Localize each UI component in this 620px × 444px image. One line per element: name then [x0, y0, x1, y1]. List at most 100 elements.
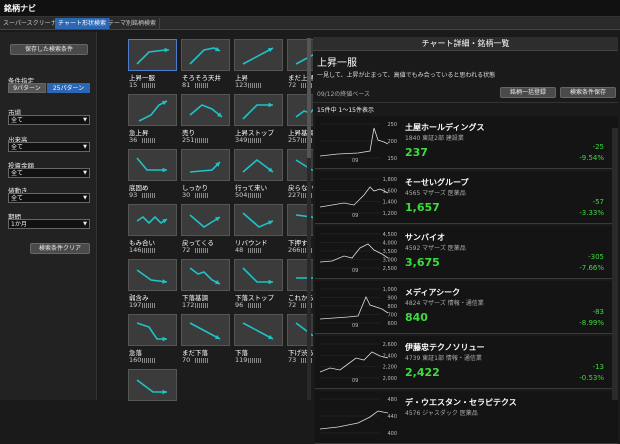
- pattern-thumbnail[interactable]: [234, 149, 283, 181]
- x-tick-label: 09: [352, 213, 358, 218]
- stock-row[interactable]: 4,500 4,000 3,500 3,000 2,500 09 サンバイオ 4592 …: [315, 226, 618, 279]
- pattern-thumbnail[interactable]: [234, 204, 283, 236]
- pattern-cell[interactable]: リバウンド 48: [234, 204, 283, 257]
- pattern-thumbnail[interactable]: [128, 314, 177, 346]
- pattern-thumbnail[interactable]: [234, 259, 283, 291]
- clear-conditions-button[interactable]: 検索条件クリア: [30, 243, 90, 254]
- pattern-thumbnail[interactable]: [128, 94, 177, 126]
- pattern-cell[interactable]: 急上昇 36: [128, 94, 177, 147]
- pattern-thumbnail[interactable]: [181, 314, 230, 346]
- pattern-cell[interactable]: 上昇 123: [234, 39, 283, 92]
- pattern-cell[interactable]: 売り 251: [181, 94, 230, 147]
- save-condition-button[interactable]: 検索条件保存: [560, 87, 616, 98]
- grid-scrollbar[interactable]: [307, 38, 311, 400]
- y-tick-label: 1,800: [383, 177, 397, 183]
- pattern-thumbnail[interactable]: [234, 94, 283, 126]
- stock-row[interactable]: 1,800 1,600 1,400 1,200 09 そーせいグループ 4565 マザ…: [315, 171, 618, 224]
- pattern-thumbnail[interactable]: [128, 259, 177, 291]
- pattern-thumbnail[interactable]: [181, 94, 230, 126]
- mini-chart-svg: 4,500 4,000 3,500 3,000 2,500 09: [319, 232, 397, 274]
- pattern-cell[interactable]: しっかり 30: [181, 149, 230, 202]
- saved-conditions-button[interactable]: 保存した検索条件: [10, 44, 88, 55]
- detail-panel: チャート詳細・銘柄一覧 上昇一服 一見して、上昇が止まって、高値でもみ合っている…: [313, 32, 620, 444]
- y-tick-label: 700: [387, 313, 397, 319]
- period-select[interactable]: 1か月 ▼: [8, 219, 90, 229]
- stock-name[interactable]: 土屋ホールディングス: [405, 122, 484, 133]
- pattern-25-toggle[interactable]: 25パターン: [47, 83, 90, 93]
- pattern-cell[interactable]: [128, 369, 177, 422]
- y-tick-label: 2,400: [383, 353, 397, 359]
- pattern-count: 266: [288, 246, 301, 254]
- pattern-cell[interactable]: 底固め 93: [128, 149, 177, 202]
- stock-row[interactable]: 2,600 2,400 2,200 2,000 09 伊藤忠テクノソリュー 4739 …: [315, 336, 618, 389]
- pattern-cell[interactable]: 急落 160: [128, 314, 177, 367]
- stock-change-pct: -0.53%: [579, 374, 604, 382]
- pattern-count: 349: [235, 136, 248, 144]
- pattern-cell[interactable]: まだ下落 70: [181, 314, 230, 367]
- volume-select[interactable]: 全て ▼: [8, 142, 90, 152]
- pattern-count: 119: [235, 356, 248, 364]
- pattern-cell[interactable]: 戻ってくる 72: [181, 204, 230, 257]
- y-tick-label: 2,200: [383, 365, 397, 371]
- pattern-cell[interactable]: 下落 119: [234, 314, 283, 367]
- stock-row[interactable]: 1,000 900 800 700 600 09 メディアシーク 4824 マザーズ 情…: [315, 281, 618, 334]
- pattern-count-bar: [248, 358, 262, 363]
- period-select-value: 1か月: [11, 221, 27, 228]
- pattern-thumbnail[interactable]: [181, 149, 230, 181]
- pattern-cell[interactable]: 行って来い 504: [234, 149, 283, 202]
- pattern-count: 30: [182, 191, 191, 199]
- tab-theme-search[interactable]: テーマ別銘柄検索: [105, 18, 161, 29]
- pattern-thumbnail[interactable]: [128, 369, 177, 401]
- chevron-down-icon: ▼: [83, 195, 87, 201]
- bulk-register-button[interactable]: 銘柄一括登録: [500, 87, 556, 98]
- title-bar: 銘柄ナビ: [0, 0, 620, 17]
- stock-row[interactable]: 250 200 150 09 土屋ホールディングス 1840 東証2部 建設業 23…: [315, 116, 618, 169]
- trend-arrow-icon: [242, 267, 273, 285]
- y-tick-label: 4,500: [383, 232, 397, 238]
- tab-chart-shape-search[interactable]: チャート形状検索: [55, 18, 110, 29]
- x-tick-label: 09: [352, 378, 358, 383]
- pattern-count: 72: [182, 246, 191, 254]
- pattern-cell[interactable]: もみ合い 146: [128, 204, 177, 257]
- price-move-select-value: 全て: [11, 195, 24, 202]
- stock-name[interactable]: サンバイオ: [405, 232, 445, 243]
- pattern-cell[interactable]: 上昇一服 15: [128, 39, 177, 92]
- pattern-cell[interactable]: そろそろ天井 81: [181, 39, 230, 92]
- pattern-cell[interactable]: 上昇ストップ 349: [234, 94, 283, 147]
- pattern-thumbnail[interactable]: [181, 39, 230, 71]
- invest-select[interactable]: 全て ▼: [8, 168, 90, 178]
- pattern-cell[interactable]: 下落基調 172: [181, 259, 230, 312]
- pattern-thumbnail[interactable]: [128, 39, 177, 71]
- trend-arrow-icon: [136, 269, 168, 284]
- pattern-thumbnail[interactable]: [128, 149, 177, 181]
- trend-arrow-icon: [136, 47, 169, 65]
- stock-name[interactable]: 伊藤忠テクノソリュー: [405, 342, 485, 353]
- pattern-cell[interactable]: 弱含み 197: [128, 259, 177, 312]
- pattern-thumbnail[interactable]: [234, 314, 283, 346]
- price-move-select[interactable]: 全て ▼: [8, 193, 90, 203]
- stock-name[interactable]: デ・ウエスタン・セラピテクス: [405, 397, 517, 408]
- pattern-cell[interactable]: 下落ストップ 96: [234, 259, 283, 312]
- pattern-count: 72: [288, 81, 297, 89]
- pattern-9-toggle[interactable]: 9パターン: [8, 83, 46, 93]
- y-tick-label: 900: [387, 296, 397, 302]
- base-date: 09/12の終値ベース: [317, 91, 370, 98]
- trend-arrow-icon: [136, 379, 167, 395]
- stock-change-pct: -8.99%: [579, 319, 604, 327]
- stock-change: -57: [592, 198, 604, 206]
- stock-row[interactable]: 480 440 400 デ・ウエスタン・セラピテクス 4576 ジャスダック 医薬品: [315, 391, 618, 444]
- pattern-count: 96: [235, 301, 244, 309]
- stock-meta: 4824 マザーズ 情報・通信業: [405, 300, 484, 307]
- market-select[interactable]: 全て ▼: [8, 115, 90, 125]
- pattern-thumbnail[interactable]: [234, 39, 283, 71]
- stock-meta: 4592 マザーズ 医薬品: [405, 245, 466, 252]
- stock-price: 840: [405, 311, 428, 324]
- pattern-thumbnail[interactable]: [181, 204, 230, 236]
- pattern-thumbnail[interactable]: [128, 204, 177, 236]
- stock-name[interactable]: そーせいグループ: [405, 177, 469, 188]
- stock-name[interactable]: メディアシーク: [405, 287, 460, 298]
- grid-scrollbar-thumb[interactable]: [307, 38, 311, 158]
- trend-arrow-icon: [189, 267, 221, 285]
- stock-list-scrollbar[interactable]: [612, 128, 618, 400]
- pattern-thumbnail[interactable]: [181, 259, 230, 291]
